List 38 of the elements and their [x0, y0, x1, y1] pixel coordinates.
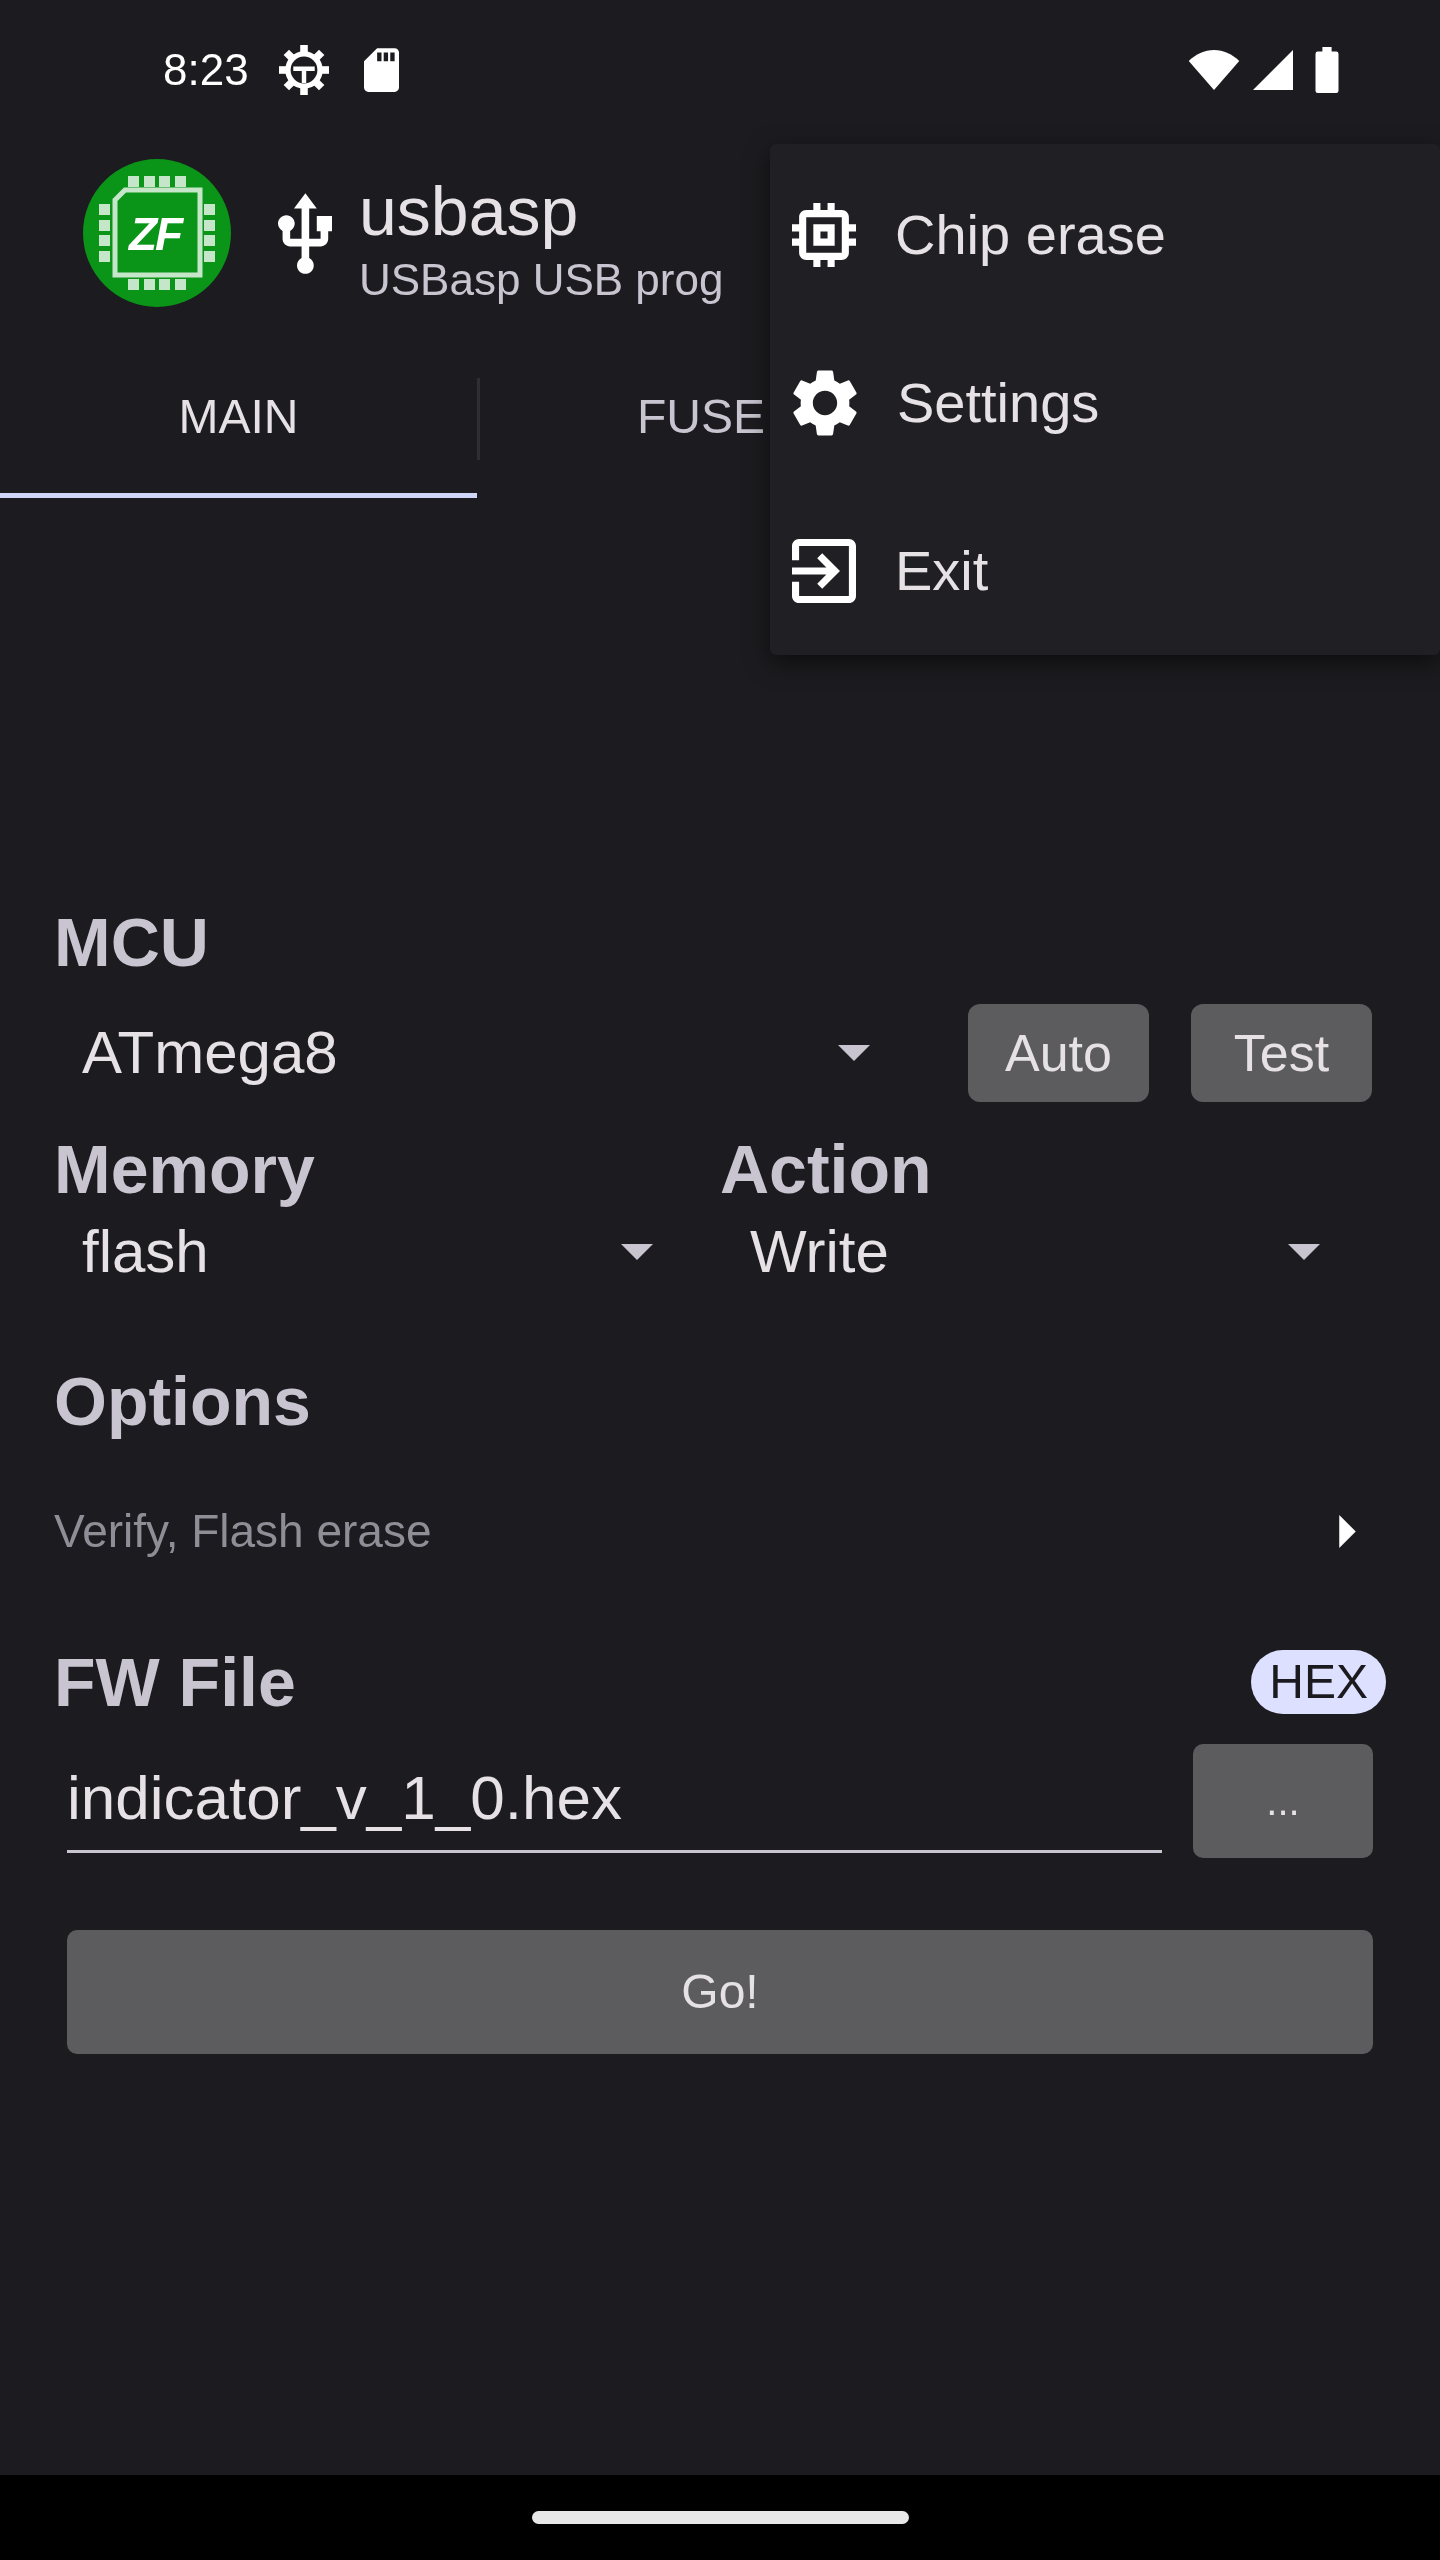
gear-icon — [278, 45, 329, 95]
logo-text: ZF — [129, 211, 182, 257]
signal-icon — [1253, 50, 1293, 90]
menu-item[interactable]: Chip erase — [770, 151, 1440, 319]
caret-right-icon — [1339, 1514, 1356, 1548]
browse-button[interactable]: ... — [1193, 1744, 1373, 1858]
status-time: 8:23 — [163, 48, 249, 92]
usb-icon — [278, 192, 332, 274]
app-subtitle: USBasp USB prog — [359, 255, 724, 305]
sd-card-icon — [363, 48, 399, 92]
file-name-field[interactable]: indicator_v_1_0.hex — [67, 1744, 1162, 1853]
options-selector[interactable]: Verify, Flash erase — [54, 1491, 1386, 1571]
section-label: Action — [720, 1130, 932, 1209]
chip-icon — [792, 203, 856, 267]
memory-dropdown[interactable]: flash — [54, 1212, 690, 1292]
section-label: FW File — [54, 1643, 296, 1722]
settings-icon — [792, 369, 858, 437]
section-label: Options — [54, 1362, 312, 1441]
mcu-button[interactable]: Auto — [968, 1004, 1149, 1102]
exit-icon — [792, 539, 856, 603]
dropdown-arrow-icon — [1288, 1244, 1320, 1260]
menu-item[interactable]: Settings — [770, 319, 1440, 487]
action-dropdown[interactable]: Write — [720, 1212, 1350, 1292]
file-type-badge: HEX — [1251, 1650, 1386, 1714]
home-indicator[interactable] — [531, 2511, 909, 2524]
section-label: MCU — [54, 903, 210, 982]
dropdown-arrow-icon — [838, 1045, 870, 1061]
dropdown-arrow-icon — [621, 1244, 653, 1260]
wifi-icon — [1187, 50, 1241, 90]
app-title: usbasp — [359, 173, 580, 249]
mcu-dropdown[interactable]: ATmega8 — [54, 1004, 900, 1102]
go-button[interactable]: Go! — [67, 1930, 1373, 2054]
battery-icon — [1313, 47, 1341, 93]
mcu-button[interactable]: Test — [1191, 1004, 1372, 1102]
section-label: Memory — [54, 1130, 316, 1209]
menu-item[interactable]: Exit — [770, 487, 1440, 655]
app-logo-icon — [83, 159, 231, 307]
tab[interactable]: MAIN — [0, 340, 477, 498]
